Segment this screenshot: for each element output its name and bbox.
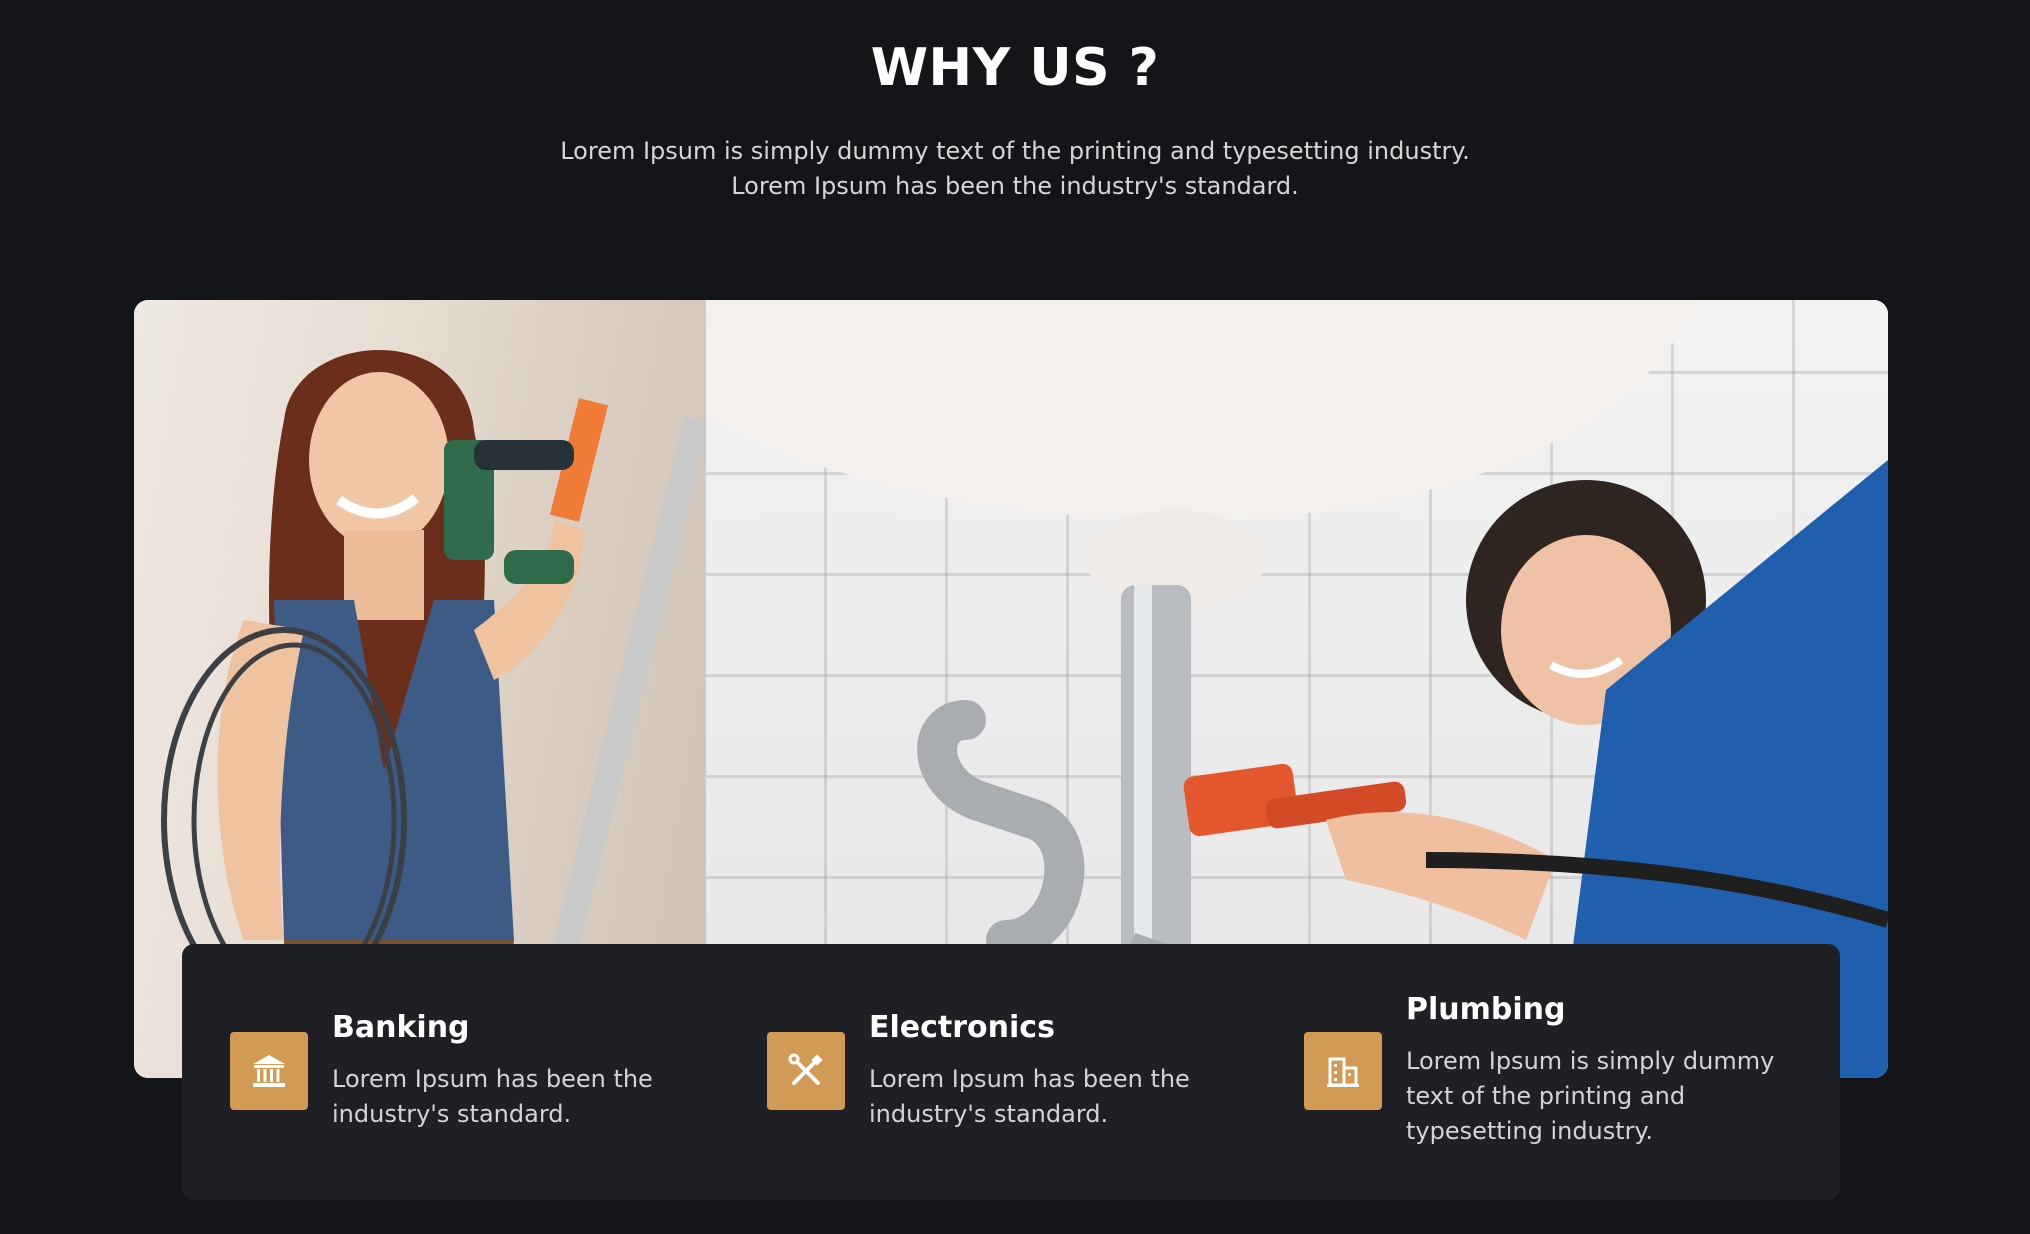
feature-plumbing: Plumbing Lorem Ipsum is simply dummy tex… [1256,944,1840,1200]
feature-banking: Banking Lorem Ipsum has been the industr… [182,944,719,1200]
feature-description: Lorem Ipsum is simply dummy text of the … [1406,1047,1775,1145]
features-panel: Banking Lorem Ipsum has been the industr… [182,944,1840,1200]
feature-title: Electronics [869,1010,1055,1045]
subtitle-line-1: Lorem Ipsum is simply dummy text of the … [560,137,1470,165]
feature-title: Banking [332,1010,470,1045]
feature-description: Lorem Ipsum has been the industry's stan… [869,1065,1190,1128]
bank-icon [230,1032,308,1110]
why-us-section: WHY US ? Lorem Ipsum is simply dummy tex… [0,0,2030,1234]
tools-icon [767,1032,845,1110]
feature-description: Lorem Ipsum has been the industry's stan… [332,1065,653,1128]
building-icon [1304,1032,1382,1110]
feature-electronics: Electronics Lorem Ipsum has been the ind… [719,944,1256,1200]
section-title: WHY US ? [870,38,1160,98]
subtitle-line-2: Lorem Ipsum has been the industry's stan… [731,172,1299,200]
feature-title: Plumbing [1406,992,1566,1027]
section-subtitle: Lorem Ipsum is simply dummy text of the … [0,134,2030,204]
